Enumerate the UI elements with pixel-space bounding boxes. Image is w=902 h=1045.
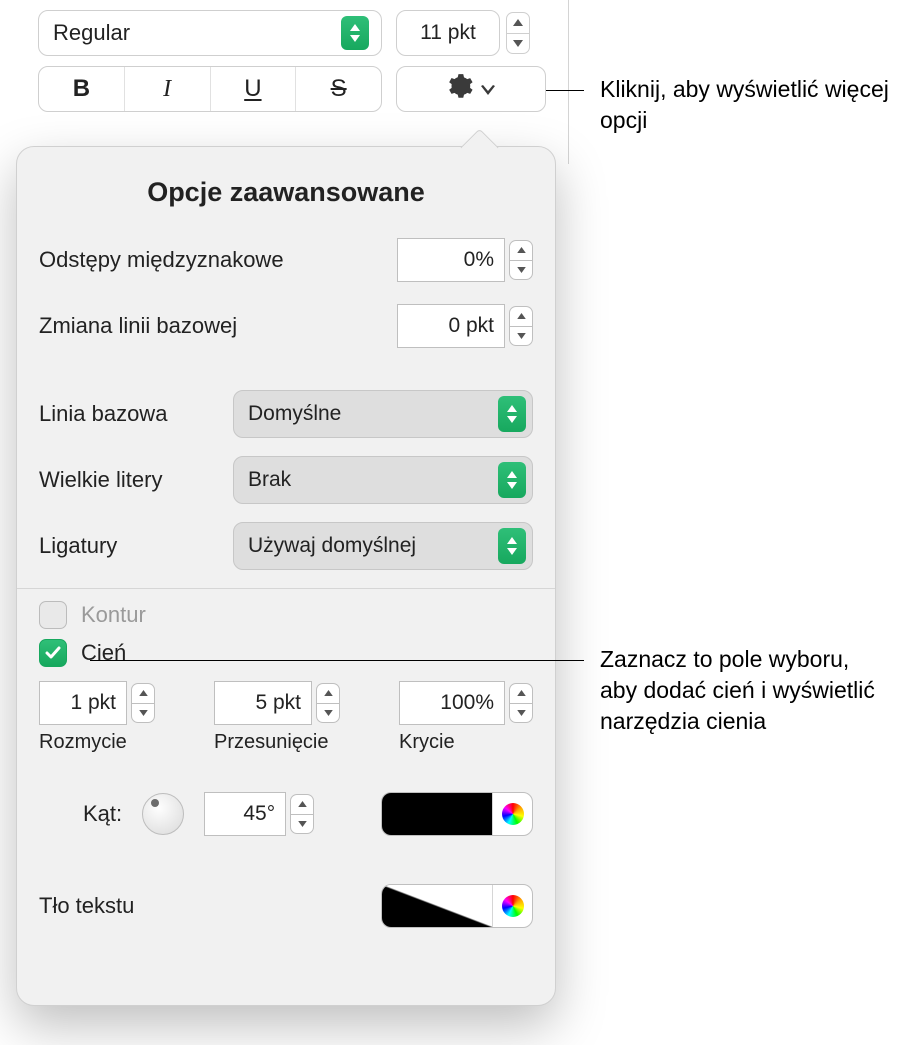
font-style-value: Regular (53, 20, 341, 46)
shadow-color-well[interactable] (381, 792, 533, 836)
shadow-offset-label: Przesunięcie (214, 731, 329, 754)
font-size-field[interactable]: 11 pkt (396, 10, 500, 56)
color-picker-button[interactable] (492, 793, 532, 835)
shadow-opacity-field[interactable]: 100% (399, 681, 505, 725)
outline-checkbox[interactable] (39, 601, 67, 629)
italic-button[interactable]: I (124, 67, 210, 111)
shadow-angle-dial[interactable] (142, 793, 184, 835)
color-wheel-icon (502, 895, 524, 917)
text-background-color-well[interactable] (381, 884, 533, 928)
baseline-shift-label: Zmiana linii bazowej (39, 313, 397, 339)
color-picker-button[interactable] (492, 885, 532, 927)
character-spacing-field[interactable]: 0% (397, 238, 505, 282)
chevron-updown-icon (498, 528, 526, 564)
advanced-options-button[interactable] (396, 66, 546, 112)
shadow-offset-stepper[interactable] (316, 683, 340, 723)
chevron-updown-icon (498, 462, 526, 498)
shadow-angle-stepper[interactable] (290, 794, 314, 834)
shadow-checkbox[interactable] (39, 639, 67, 667)
chevron-updown-icon (498, 396, 526, 432)
baseline-shift-stepper[interactable] (509, 306, 533, 346)
font-size-value: 11 pkt (420, 21, 476, 45)
baseline-shift-field[interactable]: 0 pkt (397, 304, 505, 348)
text-background-label: Tło tekstu (39, 893, 381, 919)
shadow-blur-label: Rozmycie (39, 731, 127, 754)
chevron-down-icon (481, 77, 495, 101)
ligatures-select[interactable]: Używaj domyślnej (233, 522, 533, 570)
stepper-up-icon[interactable] (507, 13, 529, 33)
caps-label: Wielkie litery (39, 467, 233, 493)
shadow-offset-field[interactable]: 5 pkt (214, 681, 312, 725)
character-spacing-stepper[interactable] (509, 240, 533, 280)
character-spacing-label: Odstępy międzyznakowe (39, 247, 397, 273)
stepper-down-icon[interactable] (507, 33, 529, 54)
popover-title: Opcje zaawansowane (39, 177, 533, 208)
ligatures-label: Ligatury (39, 533, 233, 559)
font-size-stepper[interactable] (506, 12, 530, 54)
shadow-angle-field[interactable]: 45° (204, 792, 286, 836)
callout-gear: Kliknij, aby wyświetlić więcej opcji (600, 74, 890, 136)
shadow-color-swatch[interactable] (382, 793, 492, 835)
shadow-opacity-label: Krycie (399, 731, 455, 754)
shadow-label: Cień (81, 640, 126, 666)
callout-lead (90, 660, 584, 661)
font-style-select[interactable]: Regular (38, 10, 382, 56)
shadow-angle-label: Kąt: (83, 801, 122, 827)
baseline-label: Linia bazowa (39, 401, 233, 427)
baseline-select[interactable]: Domyślne (233, 390, 533, 438)
shadow-row: Cień (39, 639, 533, 667)
shadow-blur-field[interactable]: 1 pkt (39, 681, 127, 725)
advanced-options-popover: Opcje zaawansowane Odstępy międzyznakowe… (16, 146, 556, 1006)
outline-label: Kontur (81, 602, 146, 628)
callout-shadow: Zaznacz to pole wyboru, aby dodać cień i… (600, 644, 890, 737)
bold-button[interactable]: B (39, 67, 124, 111)
callout-lead (546, 90, 584, 91)
text-background-swatch[interactable] (382, 885, 492, 927)
strikethrough-button[interactable]: S (295, 67, 381, 111)
color-wheel-icon (502, 803, 524, 825)
chevron-updown-icon (341, 16, 369, 50)
shadow-blur-stepper[interactable] (131, 683, 155, 723)
shadow-opacity-stepper[interactable] (509, 683, 533, 723)
caps-select[interactable]: Brak (233, 456, 533, 504)
underline-button[interactable]: U (210, 67, 296, 111)
outline-row: Kontur (39, 601, 533, 629)
gear-icon (447, 73, 473, 105)
text-style-segment: B I U S (38, 66, 382, 112)
